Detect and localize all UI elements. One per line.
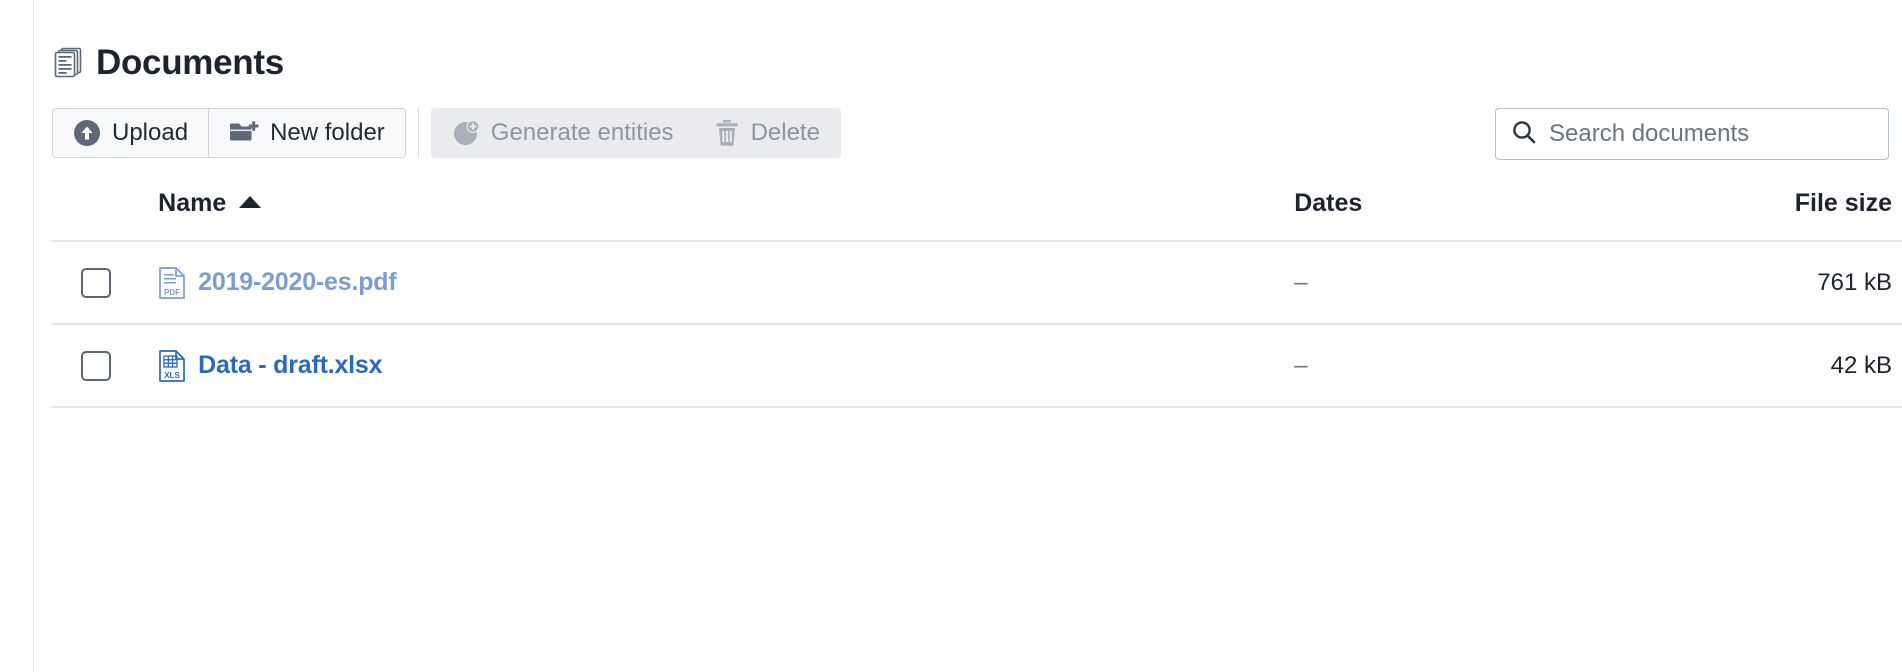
documents-page: Documents Upload New folder Generate ent… bbox=[34, 0, 1902, 672]
row-file-size-cell: 761 kB bbox=[1591, 241, 1902, 325]
pdf-file-icon: PDF bbox=[159, 266, 186, 299]
column-header-name-label: Name bbox=[158, 189, 227, 217]
delete-button[interactable]: Delete bbox=[693, 109, 840, 157]
column-header-file-size-label: File size bbox=[1794, 189, 1892, 217]
file-link[interactable]: Data - draft.xlsx bbox=[198, 351, 382, 380]
documents-table: Name Dates File size PDF 2019-2020-es.pd… bbox=[52, 189, 1902, 408]
new-folder-button-label: New folder bbox=[270, 119, 385, 146]
row-name-cell: XLS Data - draft.xlsx bbox=[158, 324, 1295, 408]
table-header-row: Name Dates File size bbox=[52, 189, 1902, 242]
row-file-size-value: 42 kB bbox=[1830, 351, 1892, 379]
select-all-header bbox=[52, 189, 159, 242]
row-dates-cell: – bbox=[1294, 241, 1592, 325]
svg-text:XLS: XLS bbox=[164, 371, 180, 380]
table-body: PDF 2019-2020-es.pdf – 761 kB XLS Data -… bbox=[52, 241, 1902, 408]
upload-button-label: Upload bbox=[112, 119, 189, 146]
row-checkbox[interactable] bbox=[81, 350, 111, 381]
toolbar-separator bbox=[417, 108, 419, 158]
generate-entities-button[interactable]: Generate entities bbox=[431, 109, 694, 157]
sort-ascending-icon bbox=[239, 196, 262, 208]
person-plus-circle-icon bbox=[452, 119, 480, 147]
row-select-cell bbox=[52, 324, 159, 408]
upload-button[interactable]: Upload bbox=[53, 109, 210, 157]
row-dates-cell: – bbox=[1294, 324, 1592, 408]
trash-icon bbox=[714, 119, 740, 147]
search-icon bbox=[1511, 119, 1537, 150]
toolbar: Upload New folder Generate entities Dele… bbox=[34, 80, 1902, 160]
column-header-dates-label: Dates bbox=[1294, 189, 1363, 217]
file-link[interactable]: 2019-2020-es.pdf bbox=[198, 268, 397, 297]
column-header-name[interactable]: Name bbox=[158, 189, 1295, 242]
row-file-size-cell: 42 kB bbox=[1591, 324, 1902, 408]
xls-file-icon: XLS bbox=[159, 349, 186, 382]
svg-text:PDF: PDF bbox=[164, 288, 180, 297]
column-header-dates[interactable]: Dates bbox=[1294, 189, 1592, 242]
column-header-file-size[interactable]: File size bbox=[1591, 189, 1902, 242]
search-input[interactable] bbox=[1549, 120, 1873, 148]
row-checkbox[interactable] bbox=[81, 267, 111, 298]
row-select-cell bbox=[52, 241, 159, 325]
primary-action-group: Upload New folder bbox=[52, 108, 406, 158]
table-head: Name Dates File size bbox=[52, 189, 1902, 242]
page-header: Documents bbox=[34, 0, 1902, 80]
page-title: Documents bbox=[96, 43, 284, 82]
row-name-cell: PDF 2019-2020-es.pdf bbox=[158, 241, 1295, 325]
documents-stack-icon bbox=[52, 47, 82, 79]
folder-plus-icon bbox=[229, 120, 259, 146]
delete-button-label: Delete bbox=[750, 119, 820, 146]
secondary-action-group: Generate entities Delete bbox=[430, 108, 841, 158]
row-file-size-value: 761 kB bbox=[1817, 268, 1892, 296]
row-dates-value: – bbox=[1294, 268, 1308, 296]
new-folder-button[interactable]: New folder bbox=[209, 109, 405, 157]
upload-circle-icon bbox=[73, 119, 101, 147]
generate-entities-button-label: Generate entities bbox=[490, 119, 674, 146]
row-dates-value: – bbox=[1294, 351, 1308, 379]
table-row: XLS Data - draft.xlsx – 42 kB bbox=[52, 324, 1902, 408]
search-box[interactable] bbox=[1495, 108, 1889, 160]
table-row: PDF 2019-2020-es.pdf – 761 kB bbox=[52, 241, 1902, 325]
